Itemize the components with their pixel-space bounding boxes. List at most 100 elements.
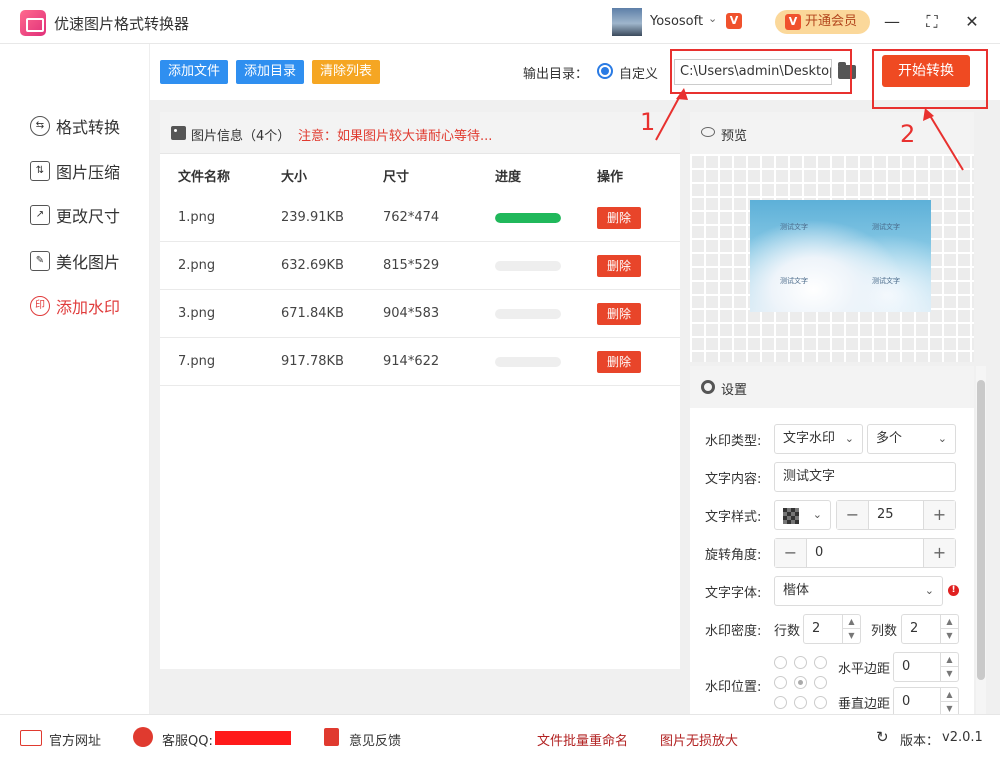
feedback-icon xyxy=(324,728,339,746)
table-row: 3.png 671.84KB 904*583 删除 xyxy=(160,290,680,338)
minus-icon[interactable]: − xyxy=(837,501,869,529)
text-content-input[interactable]: 测试文字 xyxy=(774,462,956,492)
horizontal-margin-input[interactable]: 0 ▲ ▼ xyxy=(893,652,959,682)
position-dot[interactable] xyxy=(814,676,827,689)
custom-output-label[interactable]: 自定义 xyxy=(619,63,658,82)
annotation-box-2 xyxy=(872,49,988,109)
chevron-down-icon[interactable]: ⌄ xyxy=(708,12,717,25)
plus-icon[interactable]: + xyxy=(923,501,955,529)
annotation-number-2: 2 xyxy=(900,120,916,148)
chevron-up-icon[interactable]: ▲ xyxy=(940,615,958,629)
color-picker[interactable]: ⌄ xyxy=(774,500,831,530)
rotation-label: 旋转角度: xyxy=(705,548,762,563)
position-dot[interactable] xyxy=(814,696,827,709)
settings-panel: 设置 水印类型: 文字水印 ⌄ 多个 ⌄ 文字内容: 测试文字 文字样式: ⌄ … xyxy=(690,366,974,714)
refresh-icon[interactable]: ↻ xyxy=(876,728,889,746)
file-panel-title: 图片信息（4个） xyxy=(191,129,291,144)
custom-output-radio[interactable] xyxy=(597,63,613,79)
sidebar-item-label: 更改尺寸 xyxy=(56,207,121,226)
file-dimensions: 914*622 xyxy=(383,354,440,369)
delete-button[interactable]: 删除 xyxy=(597,207,641,229)
font-size-stepper[interactable]: − 25 + xyxy=(836,500,956,530)
watermark-type-label: 水印类型: xyxy=(705,434,762,449)
position-dot[interactable] xyxy=(774,676,787,689)
eye-icon xyxy=(701,127,715,137)
website-icon xyxy=(20,730,42,746)
official-website-link[interactable]: 官方网址 xyxy=(49,730,101,749)
vip-button[interactable]: V 开通会员 xyxy=(775,10,870,34)
position-dot[interactable] xyxy=(774,656,787,669)
delete-button[interactable]: 删除 xyxy=(597,351,641,373)
lossless-enlarge-link[interactable]: 图片无损放大 xyxy=(660,730,738,749)
preview-title: 预览 xyxy=(721,129,748,144)
watermark-type-select[interactable]: 文字水印 ⌄ xyxy=(774,424,863,454)
add-directory-button[interactable]: 添加目录 xyxy=(236,60,305,84)
feedback-link[interactable]: 意见反馈 xyxy=(349,730,401,749)
sidebar-item-format-convert[interactable]: ⇆ 格式转换 xyxy=(30,114,120,138)
vip-button-label: 开通会员 xyxy=(805,14,858,29)
plus-icon[interactable]: + xyxy=(923,539,955,567)
compress-icon: ⇅ xyxy=(30,161,50,181)
sidebar-item-resize[interactable]: ↗ 更改尺寸 xyxy=(30,203,120,227)
chevron-down-icon[interactable]: ▼ xyxy=(842,629,860,643)
delete-button[interactable]: 删除 xyxy=(597,303,641,325)
maximize-button[interactable]: ⛶ xyxy=(920,10,944,34)
horizontal-margin-value: 0 xyxy=(902,659,911,674)
file-dimensions: 762*474 xyxy=(383,210,440,225)
rows-input[interactable]: 2 ▲ ▼ xyxy=(803,614,861,644)
cols-input[interactable]: 2 ▲ ▼ xyxy=(901,614,959,644)
support-qq-link[interactable]: 客服QQ: xyxy=(162,730,213,749)
sidebar-item-compress[interactable]: ⇅ 图片压缩 xyxy=(30,159,120,183)
version-label: 版本： xyxy=(900,734,940,749)
file-name: 7.png xyxy=(178,354,216,369)
chevron-down-icon[interactable]: ▼ xyxy=(940,702,958,714)
scrollbar-thumb[interactable] xyxy=(977,380,985,680)
chevron-up-icon[interactable]: ▲ xyxy=(842,615,860,629)
text-style-label: 文字样式: xyxy=(705,510,762,525)
file-size: 917.78KB xyxy=(281,354,344,369)
chevron-down-icon: ⌄ xyxy=(924,584,934,597)
position-dot[interactable] xyxy=(794,696,807,709)
file-panel-note: 注意：如果图片较大请耐心等待... xyxy=(298,129,493,144)
position-dot[interactable] xyxy=(774,696,787,709)
chevron-down-icon[interactable]: ▼ xyxy=(940,629,958,643)
chevron-up-icon[interactable]: ▲ xyxy=(940,688,958,702)
chevron-down-icon[interactable]: ▼ xyxy=(940,667,958,681)
position-dot[interactable] xyxy=(794,656,807,669)
settings-scrollbar[interactable] xyxy=(976,366,986,714)
chevron-up-icon[interactable]: ▲ xyxy=(940,653,958,667)
progress-bar xyxy=(495,213,561,223)
position-dot-selected[interactable] xyxy=(794,676,807,689)
file-name: 2.png xyxy=(178,258,216,273)
vertical-margin-label: 垂直边距 xyxy=(838,697,891,712)
minimize-button[interactable]: — xyxy=(880,10,904,34)
delete-button[interactable]: 删除 xyxy=(597,255,641,277)
vertical-margin-input[interactable]: 0 ▲ ▼ xyxy=(893,687,959,714)
font-family-select[interactable]: 楷体 ⌄ xyxy=(774,576,943,606)
color-swatch-icon xyxy=(783,508,799,524)
file-list-panel: 图片信息（4个） 注意：如果图片较大请耐心等待... 文件名称 大小 尺寸 进度… xyxy=(160,112,680,669)
add-file-button[interactable]: 添加文件 xyxy=(160,60,229,84)
title-bar: 优速图片格式转换器 Yososoft ⌄ V V 开通会员 — ⛶ ✕ xyxy=(0,0,1000,44)
sidebar-item-label: 格式转换 xyxy=(56,118,121,137)
chevron-down-icon: ⌄ xyxy=(937,432,947,445)
watermark-text: 测试文字 xyxy=(780,277,808,285)
gear-icon xyxy=(701,380,715,394)
sidebar-item-beautify[interactable]: ✎ 美化图片 xyxy=(30,249,120,273)
user-name[interactable]: Yososoft xyxy=(650,14,703,29)
watermark-count-value: 多个 xyxy=(876,431,903,446)
table-header: 文件名称 大小 尺寸 进度 操作 xyxy=(160,154,680,194)
rotation-stepper[interactable]: − 0 + xyxy=(774,538,956,568)
table-row: 7.png 917.78KB 914*622 删除 xyxy=(160,338,680,386)
clear-list-button[interactable]: 清除列表 xyxy=(312,60,381,84)
sidebar-item-watermark[interactable]: 印 添加水印 xyxy=(30,294,120,318)
watermark-count-select[interactable]: 多个 ⌄ xyxy=(867,424,956,454)
batch-rename-link[interactable]: 文件批量重命名 xyxy=(537,730,628,749)
minus-icon[interactable]: − xyxy=(775,539,807,567)
file-dimensions: 904*583 xyxy=(383,306,440,321)
redacted-qq-number xyxy=(215,731,291,745)
warning-icon: ! xyxy=(948,585,959,596)
close-button[interactable]: ✕ xyxy=(960,10,984,34)
avatar[interactable] xyxy=(612,8,642,36)
position-dot[interactable] xyxy=(814,656,827,669)
